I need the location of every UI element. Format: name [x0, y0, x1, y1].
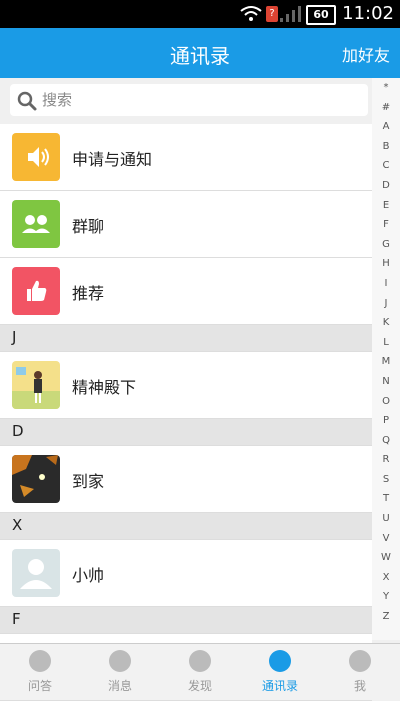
- tab-label: 我: [353, 679, 366, 693]
- status-time: 11:02: [342, 3, 394, 24]
- add-friend-button[interactable]: 加好友: [342, 42, 390, 66]
- alphabet-index-bar[interactable]: * # A B C D E F G H I J K L M N O P Q R S T U V W X Y Z: [372, 78, 400, 640]
- index-letter[interactable]: O: [372, 392, 400, 412]
- recommend-item[interactable]: 推荐: [0, 258, 372, 325]
- notifications-item[interactable]: 申请与通知: [0, 124, 372, 191]
- recommend-label: 推荐: [72, 284, 105, 303]
- tab-label: 问答: [27, 679, 52, 693]
- search-icon: [17, 91, 37, 111]
- tab-label: 发现: [187, 679, 212, 693]
- index-letter[interactable]: K: [372, 313, 400, 333]
- question-icon: [29, 650, 51, 672]
- status-bar: ? 60 11:02: [0, 0, 400, 28]
- index-letter[interactable]: Z: [372, 607, 400, 627]
- index-letter[interactable]: Q: [372, 431, 400, 451]
- contact-avatar: [12, 361, 60, 409]
- notifications-avatar: [12, 133, 60, 181]
- contact-avatar: [12, 455, 60, 503]
- section-letter: D: [12, 422, 24, 440]
- contact-name: 小帅: [72, 566, 105, 585]
- index-letter[interactable]: #: [372, 98, 400, 118]
- tab-contacts[interactable]: 通讯录: [240, 644, 320, 700]
- tab-label: 通讯录: [261, 679, 298, 693]
- wifi-icon: [240, 6, 262, 21]
- index-letter[interactable]: M: [372, 352, 400, 372]
- default-avatar-icon: [20, 559, 52, 589]
- group-icon: [22, 215, 50, 233]
- section-header-f: F: [0, 607, 372, 634]
- page-title: 通讯录: [170, 44, 230, 68]
- index-letter[interactable]: N: [372, 372, 400, 392]
- contact-row[interactable]: 精神殿下: [0, 352, 372, 419]
- tab-me[interactable]: 我: [320, 644, 400, 700]
- group-chat-item[interactable]: 群聊: [0, 191, 372, 258]
- search-bar: [0, 78, 372, 124]
- bottom-nav: 问答 消息 发现 通讯录 我: [0, 643, 400, 700]
- index-letter[interactable]: J: [372, 294, 400, 314]
- photo-avatar-icon: [12, 455, 58, 497]
- notifications-label: 申请与通知: [72, 150, 153, 169]
- contact-row[interactable]: 小帅: [0, 540, 372, 607]
- index-letter[interactable]: R: [372, 450, 400, 470]
- contacts-book-icon: [269, 650, 291, 672]
- section-letter: F: [12, 610, 21, 628]
- index-letter[interactable]: *: [372, 78, 400, 98]
- index-letter[interactable]: S: [372, 470, 400, 490]
- index-letter[interactable]: F: [372, 215, 400, 235]
- index-letter[interactable]: E: [372, 196, 400, 216]
- recommend-avatar: [12, 267, 60, 315]
- group-chat-avatar: [12, 200, 60, 248]
- index-letter[interactable]: H: [372, 254, 400, 274]
- section-header-d: D: [0, 419, 372, 446]
- contact-row[interactable]: 到家: [0, 446, 372, 513]
- index-letter[interactable]: P: [372, 411, 400, 431]
- section-letter: J: [12, 328, 17, 346]
- section-header-x: X: [0, 513, 372, 540]
- thumbs-up-icon: [27, 280, 47, 301]
- section-letter: X: [12, 516, 23, 534]
- index-letter[interactable]: Y: [372, 587, 400, 607]
- tab-discover[interactable]: 发现: [160, 644, 240, 700]
- index-letter[interactable]: W: [372, 548, 400, 568]
- index-letter[interactable]: L: [372, 333, 400, 353]
- index-letter[interactable]: A: [372, 117, 400, 137]
- contact-name: 到家: [72, 472, 105, 491]
- contact-avatar: [12, 549, 60, 597]
- section-header-j: J: [0, 325, 372, 352]
- photo-avatar-icon: [12, 367, 60, 409]
- search-input[interactable]: [40, 90, 344, 110]
- index-letter[interactable]: V: [372, 529, 400, 549]
- tab-qa[interactable]: 问答: [0, 644, 80, 700]
- index-letter[interactable]: C: [372, 156, 400, 176]
- contact-name: 精神殿下: [72, 378, 137, 397]
- discover-icon: [189, 650, 211, 672]
- index-letter[interactable]: U: [372, 509, 400, 529]
- tab-label: 消息: [107, 679, 132, 693]
- index-letter[interactable]: X: [372, 568, 400, 588]
- signal-icon: [280, 6, 301, 22]
- group-chat-label: 群聊: [72, 217, 105, 236]
- index-letter[interactable]: I: [372, 274, 400, 294]
- index-letter[interactable]: D: [372, 176, 400, 196]
- contact-list: 申请与通知 群聊 推荐 J 精神殿下 D 到家 X 小帅 F: [0, 124, 372, 701]
- tab-messages[interactable]: 消息: [80, 644, 160, 700]
- search-box[interactable]: [10, 84, 368, 116]
- index-letter[interactable]: T: [372, 489, 400, 509]
- app-header: 通讯录 加好友: [0, 28, 400, 78]
- chat-bubble-icon: [109, 650, 131, 672]
- sim-alert-icon: ?: [266, 6, 278, 22]
- profile-icon: [349, 650, 371, 672]
- index-letter[interactable]: G: [372, 235, 400, 255]
- speaker-icon: [28, 147, 49, 167]
- index-letter[interactable]: B: [372, 137, 400, 157]
- battery-indicator: 60: [306, 5, 336, 25]
